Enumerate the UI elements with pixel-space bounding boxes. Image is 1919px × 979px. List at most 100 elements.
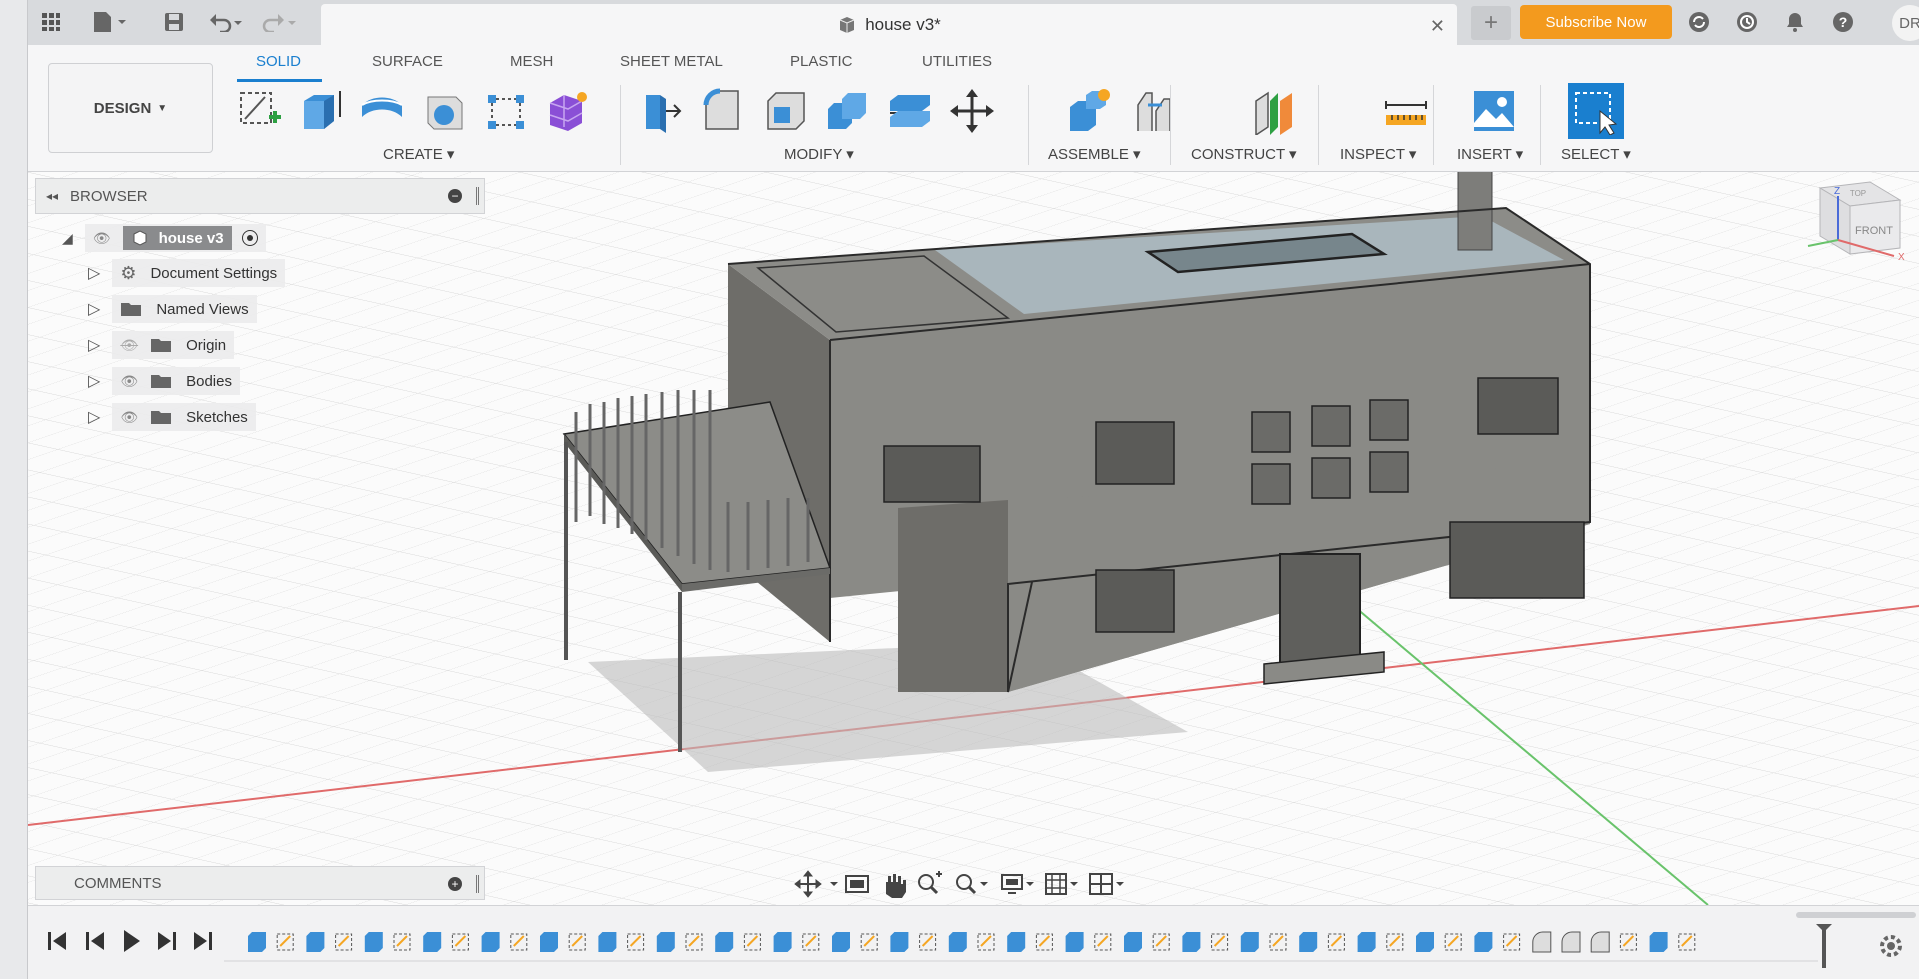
sketch-feature-icon[interactable]: [1035, 933, 1053, 951]
browser-item-origin[interactable]: ▷ 👁 Origin: [88, 331, 235, 359]
extrude-feature-icon[interactable]: [1416, 932, 1434, 952]
eye-hidden-icon[interactable]: 👁: [120, 337, 138, 354]
viewports-icon[interactable]: [1089, 873, 1124, 895]
play-icon[interactable]: [124, 930, 140, 952]
expand-triangle-icon[interactable]: ▷: [88, 263, 100, 283]
tab-sheet-metal[interactable]: SHEET METAL: [620, 53, 723, 70]
collapse-panel-icon[interactable]: ◂◂: [46, 189, 58, 203]
extrude-feature-icon[interactable]: [1182, 932, 1201, 952]
extrude-feature-icon[interactable]: [1007, 932, 1026, 952]
tab-solid[interactable]: SOLID: [256, 53, 301, 70]
panel-grip-icon[interactable]: [476, 875, 479, 893]
create-sketch-icon[interactable]: [233, 83, 285, 139]
expand-triangle-icon[interactable]: ▷: [88, 299, 100, 319]
expand-triangle-icon[interactable]: ▷: [88, 407, 100, 427]
browser-item-document-settings[interactable]: ▷ ⚙ Document Settings: [88, 259, 286, 287]
browser-item-sketches[interactable]: ▷ 👁 Sketches: [88, 403, 256, 431]
fillet-icon[interactable]: [698, 83, 750, 139]
sketch-feature-icon[interactable]: [1619, 933, 1637, 951]
move-icon[interactable]: [946, 83, 998, 139]
sketch-feature-icon[interactable]: [627, 933, 645, 951]
extrude-feature-icon[interactable]: [1299, 932, 1318, 952]
sketch-feature-icon[interactable]: [919, 933, 937, 951]
minimize-panel-icon[interactable]: −: [448, 189, 462, 203]
construct-group-label[interactable]: CONSTRUCT ▾: [1191, 145, 1297, 163]
extrude-feature-icon[interactable]: [1240, 932, 1259, 952]
sketch-feature-icon[interactable]: [743, 933, 761, 951]
split-body-icon[interactable]: [884, 83, 936, 139]
select-tool-icon[interactable]: [1568, 83, 1624, 139]
modify-group-label[interactable]: MODIFY ▾: [784, 145, 854, 163]
measure-icon[interactable]: [1380, 83, 1432, 139]
shell-icon[interactable]: [760, 83, 812, 139]
sketch-feature-icon[interactable]: [977, 933, 995, 951]
extrude-feature-icon[interactable]: [1649, 932, 1668, 952]
timeline-scrollbar[interactable]: [1796, 912, 1916, 918]
sketch-feature-icon[interactable]: [510, 933, 528, 951]
sketch-feature-icon[interactable]: [1678, 933, 1696, 951]
eye-icon[interactable]: 👁: [120, 373, 138, 390]
timeline-features[interactable]: [248, 931, 1696, 953]
extrude-feature-icon[interactable]: [1357, 932, 1376, 952]
sketch-feature-icon[interactable]: [1503, 933, 1521, 951]
insert-group-label[interactable]: INSERT ▾: [1457, 145, 1523, 163]
extrude-feature-icon[interactable]: [423, 932, 442, 952]
timeline-marker[interactable]: [1816, 924, 1832, 968]
create-group-label[interactable]: CREATE ▾: [383, 145, 454, 163]
sketch-feature-icon[interactable]: [393, 933, 411, 951]
sketch-feature-icon[interactable]: [1386, 933, 1404, 951]
extrude-feature-icon[interactable]: [890, 932, 909, 952]
3d-viewport[interactable]: FRONT TOP Z X: [28, 172, 1919, 905]
tab-surface[interactable]: SURFACE: [372, 53, 443, 70]
tab-utilities[interactable]: UTILITIES: [922, 53, 992, 70]
extrude-feature-icon[interactable]: [306, 932, 325, 952]
orbit-icon[interactable]: [794, 870, 838, 898]
activate-component-icon[interactable]: [241, 230, 258, 246]
step-back-icon[interactable]: [86, 932, 104, 950]
tab-plastic[interactable]: PLASTIC: [790, 53, 853, 70]
new-component-icon[interactable]: [1064, 83, 1116, 139]
insert-image-icon[interactable]: [1468, 83, 1520, 139]
sketch-feature-icon[interactable]: [1152, 933, 1170, 951]
panel-grip-icon[interactable]: [476, 187, 479, 205]
sketch-feature-icon[interactable]: [1444, 933, 1462, 951]
extrude-feature-icon[interactable]: [832, 932, 850, 952]
display-settings-icon[interactable]: [1001, 874, 1034, 894]
extrude-feature-icon[interactable]: [481, 932, 500, 952]
sketch-feature-icon[interactable]: [1094, 933, 1112, 951]
press-pull-icon[interactable]: [636, 83, 688, 139]
browser-root-row[interactable]: ◢ 👁 house v3: [62, 224, 266, 252]
notifications-icon[interactable]: [1780, 8, 1810, 36]
expand-triangle-icon[interactable]: ▷: [88, 335, 100, 355]
extrude-feature-icon[interactable]: [773, 932, 792, 952]
sketch-feature-icon[interactable]: [802, 933, 820, 951]
document-tab[interactable]: house v3* ✕: [321, 4, 1457, 45]
extrude-feature-icon[interactable]: [715, 932, 734, 952]
extrude-icon[interactable]: [294, 83, 346, 139]
extrude-feature-icon[interactable]: [364, 932, 383, 952]
grid-settings-icon[interactable]: [1045, 873, 1078, 895]
extrude-feature-icon[interactable]: [1065, 932, 1084, 952]
extrude-feature-icon[interactable]: [1124, 932, 1142, 952]
go-to-start-icon[interactable]: [48, 932, 66, 950]
select-group-label[interactable]: SELECT ▾: [1561, 145, 1631, 163]
look-at-icon[interactable]: [845, 875, 869, 893]
revolve-icon[interactable]: [356, 83, 408, 139]
combine-icon[interactable]: [822, 83, 874, 139]
sketch-feature-icon[interactable]: [685, 933, 703, 951]
hole-icon[interactable]: [418, 83, 470, 139]
fillet-feature-icon[interactable]: [1561, 931, 1581, 953]
extrude-feature-icon[interactable]: [598, 932, 617, 952]
sketch-feature-icon[interactable]: [1269, 933, 1287, 951]
inspect-group-label[interactable]: INSPECT ▾: [1340, 145, 1416, 163]
sketch-feature-icon[interactable]: [1327, 933, 1345, 951]
eye-icon[interactable]: 👁: [93, 230, 111, 247]
joint-icon[interactable]: [1128, 83, 1180, 139]
form-icon[interactable]: [542, 83, 594, 139]
extrude-feature-icon[interactable]: [540, 932, 558, 952]
assemble-group-label[interactable]: ASSEMBLE ▾: [1048, 145, 1141, 163]
history-icon[interactable]: [1732, 8, 1762, 36]
file-menu-icon[interactable]: [88, 8, 130, 36]
job-status-icon[interactable]: [1684, 8, 1714, 36]
extrude-feature-icon[interactable]: [948, 932, 967, 952]
